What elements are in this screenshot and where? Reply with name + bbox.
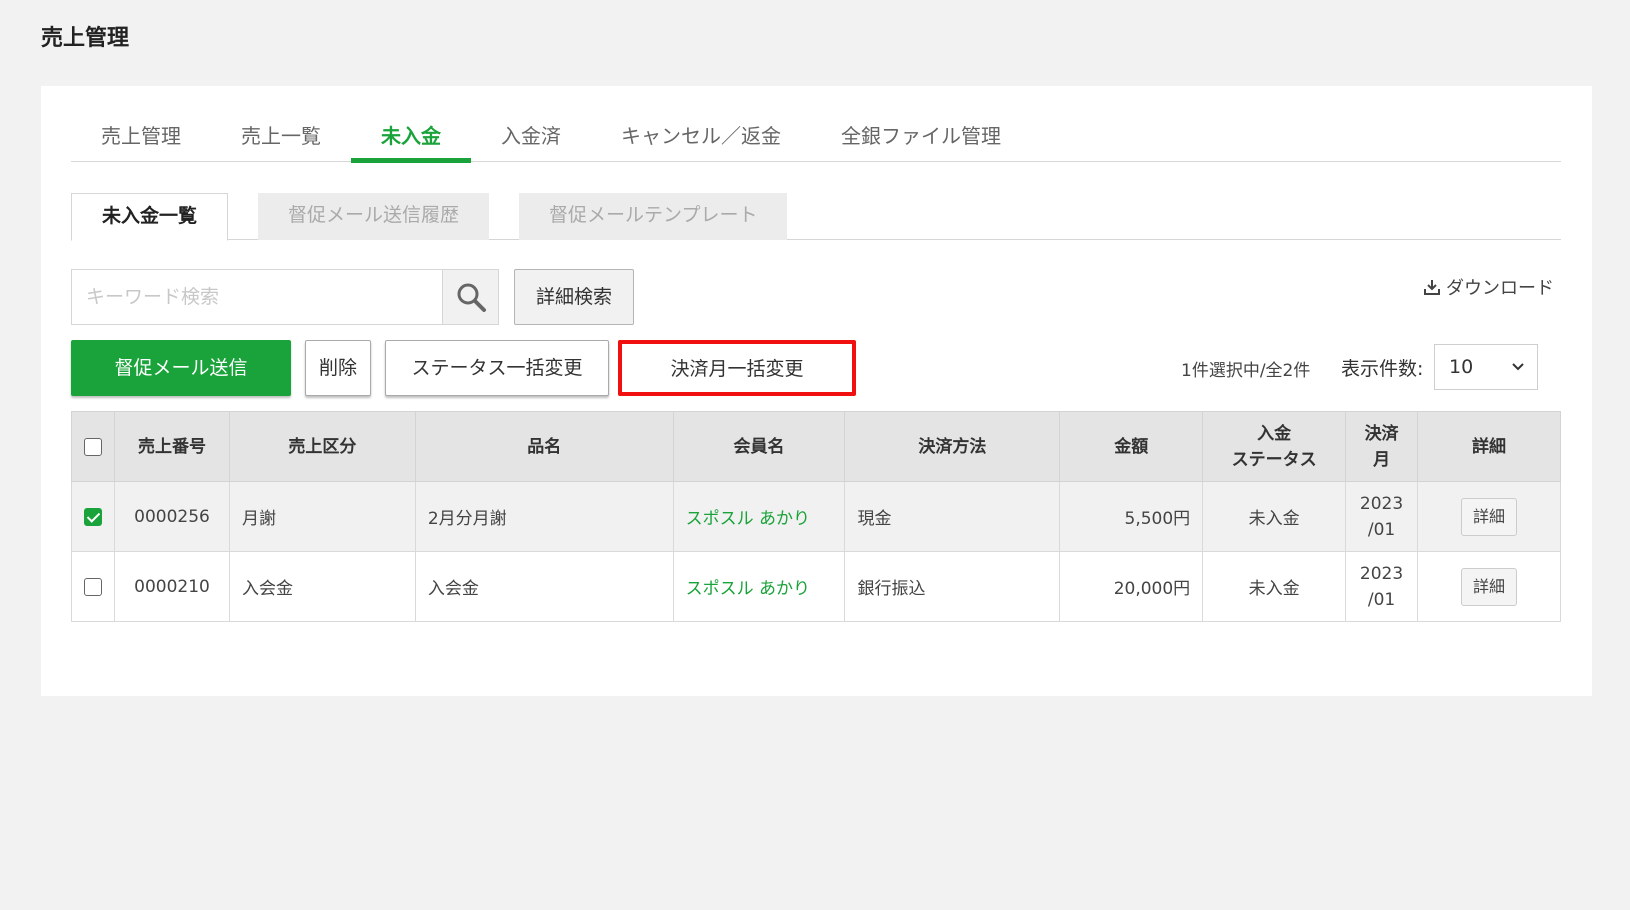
header-category: 売上区分 [228, 411, 416, 482]
cell-amount: 5,500円 [1059, 481, 1204, 552]
delete-button[interactable]: 削除 [305, 340, 371, 396]
cell-method: 現金 [844, 481, 1061, 552]
search-box [71, 269, 499, 325]
tab-cancel-refund[interactable]: キャンセル／返金 [591, 116, 811, 162]
per-page-label: 表示件数: [1341, 358, 1424, 380]
select-all-checkbox[interactable] [84, 437, 102, 456]
cell-month: 2023/01 [1345, 551, 1419, 622]
cell-item: 2月分月謝 [414, 481, 674, 552]
cell-month: 2023/01 [1345, 481, 1419, 552]
header-number: 売上番号 [114, 411, 230, 482]
cell-status: 未入金 [1202, 481, 1347, 552]
select-all-cell [71, 411, 115, 482]
member-link[interactable]: スポスル あかり [686, 579, 810, 599]
table-header-row: 売上番号 売上区分 品名 会員名 決済方法 金額 入金 ステータス 決済月 詳細 [71, 411, 1561, 482]
download-label: ダウンロード [1446, 278, 1554, 299]
per-page-value: 10 [1449, 356, 1474, 378]
table-row: 0000256 月謝 2月分月謝 スポスル あかり 現金 5,500円 未入金 … [71, 481, 1561, 552]
send-reminder-button[interactable]: 督促メール送信 [71, 340, 291, 396]
bulk-status-change-button[interactable]: ステータス一括変更 [385, 340, 609, 396]
subtab-reminder-template[interactable]: 督促メールテンプレート [519, 193, 788, 240]
tab-sales-management[interactable]: 売上管理 [71, 116, 211, 162]
subtab-unpaid-list[interactable]: 未入金一覧 [71, 193, 229, 241]
chevron-down-icon [1511, 345, 1525, 405]
cell-method: 銀行振込 [844, 551, 1061, 622]
row-checkbox[interactable] [84, 507, 102, 526]
header-amount: 金額 [1059, 411, 1204, 482]
cell-category: 入会金 [228, 551, 416, 622]
cell-item: 入会金 [414, 551, 674, 622]
table-row: 0000210 入会金 入会金 スポスル あかり 銀行振込 20,000円 未入… [71, 551, 1561, 622]
tab-zengin-files[interactable]: 全銀ファイル管理 [811, 116, 1031, 162]
header-month: 決済月 [1345, 411, 1419, 482]
advanced-search-button[interactable]: 詳細検索 [514, 269, 634, 325]
unpaid-table: 売上番号 売上区分 品名 会員名 決済方法 金額 入金 ステータス 決済月 詳細 … [71, 411, 1561, 622]
selection-count: 1件選択中/全2件 [1181, 361, 1311, 381]
subtab-reminder-history[interactable]: 督促メール送信履歴 [258, 193, 490, 240]
cell-amount: 20,000円 [1059, 551, 1204, 622]
sub-tabs: 未入金一覧 督促メール送信履歴 督促メールテンプレート [71, 193, 1561, 241]
detail-button[interactable]: 詳細 [1461, 497, 1518, 536]
tab-paid[interactable]: 入金済 [471, 116, 591, 162]
search-input[interactable] [72, 270, 442, 324]
header-member: 会員名 [672, 411, 846, 482]
main-panel: 売上管理 売上一覧 未入金 入金済 キャンセル／返金 全銀ファイル管理 未入金一… [41, 86, 1592, 696]
header-method: 決済方法 [844, 411, 1061, 482]
download-icon [1424, 280, 1440, 295]
search-icon [457, 283, 486, 312]
bulk-payment-month-change-button[interactable]: 決済月一括変更 [618, 340, 856, 396]
cell-category: 月謝 [228, 481, 416, 552]
header-item: 品名 [414, 411, 674, 482]
member-link[interactable]: スポスル あかり [686, 509, 810, 529]
cell-status: 未入金 [1202, 551, 1347, 622]
header-status: 入金 ステータス [1202, 411, 1347, 482]
tab-sales-list[interactable]: 売上一覧 [211, 116, 351, 162]
main-tabs: 売上管理 売上一覧 未入金 入金済 キャンセル／返金 全銀ファイル管理 [71, 116, 1561, 163]
cell-number: 0000210 [114, 551, 230, 622]
per-page-select[interactable]: 10 [1434, 344, 1538, 390]
detail-button[interactable]: 詳細 [1461, 567, 1518, 606]
cell-number: 0000256 [114, 481, 230, 552]
page-title: 売上管理 [41, 26, 130, 51]
tab-unpaid[interactable]: 未入金 [351, 116, 471, 163]
download-link[interactable]: ダウンロード [1424, 274, 1554, 300]
header-detail: 詳細 [1417, 411, 1561, 482]
search-button[interactable] [442, 270, 498, 324]
row-checkbox[interactable] [84, 577, 102, 596]
